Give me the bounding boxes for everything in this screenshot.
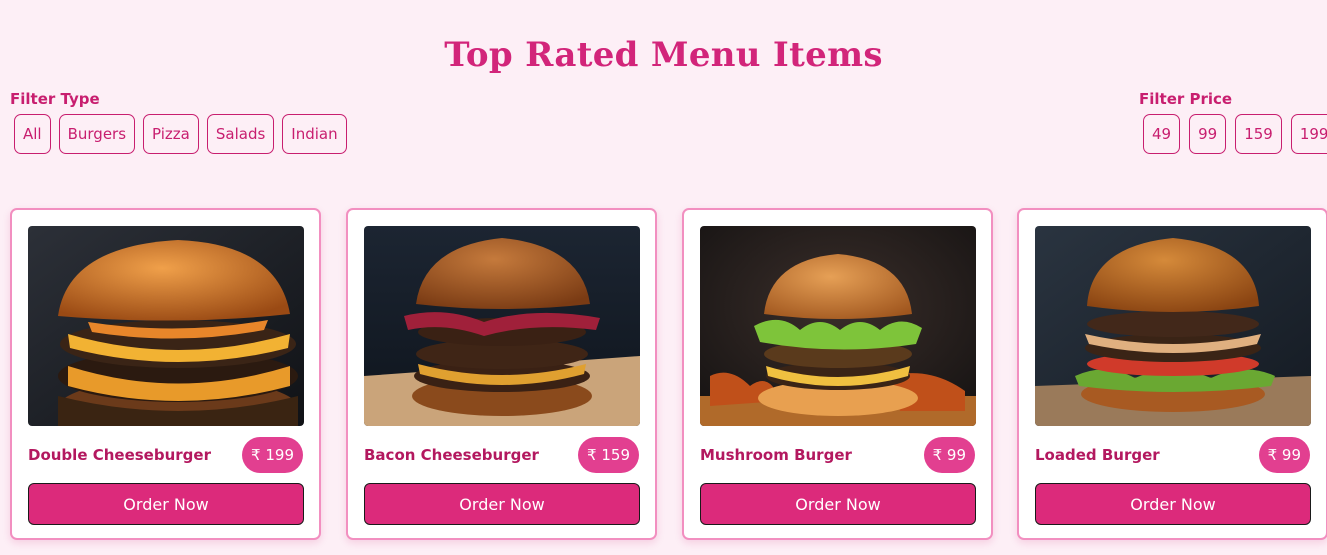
filter-type-all[interactable]: All	[14, 114, 51, 154]
menu-item-name: Bacon Cheeseburger	[364, 446, 539, 464]
filter-type-burgers[interactable]: Burgers	[58, 114, 136, 154]
double-cheeseburger-photo	[28, 226, 304, 426]
menu-item-card: Double Cheeseburger ₹ 199 Order Now	[10, 208, 321, 540]
menu-item-card: Mushroom Burger ₹ 99 Order Now	[682, 208, 993, 540]
loaded-burger-photo	[1035, 226, 1311, 426]
menu-item-card: Bacon Cheeseburger ₹ 159 Order Now	[346, 208, 657, 540]
menu-item-name: Mushroom Burger	[700, 446, 852, 464]
filter-price-49[interactable]: 49	[1143, 114, 1181, 154]
filter-price-99[interactable]: 99	[1189, 114, 1227, 154]
order-now-button[interactable]: Order Now	[364, 483, 640, 525]
price-badge: ₹ 199	[242, 437, 303, 473]
filter-type-label: Filter Type	[10, 90, 100, 108]
menu-item-name: Double Cheeseburger	[28, 446, 211, 464]
order-now-button[interactable]: Order Now	[28, 483, 304, 525]
price-badge: ₹ 159	[578, 437, 639, 473]
filter-price-options: 49 99 159 199	[1139, 114, 1327, 154]
order-now-button[interactable]: Order Now	[1035, 483, 1311, 525]
price-badge: ₹ 99	[1258, 437, 1310, 473]
filter-type-group: Filter Type All Burgers Pizza Salads Ind…	[10, 90, 347, 154]
filter-price-159[interactable]: 159	[1235, 114, 1282, 154]
price-badge: ₹ 99	[923, 437, 975, 473]
filter-type-indian[interactable]: Indian	[282, 114, 347, 154]
filter-price-label: Filter Price	[1139, 90, 1233, 108]
filter-type-pizza[interactable]: Pizza	[143, 114, 199, 154]
order-now-button[interactable]: Order Now	[700, 483, 976, 525]
filter-type-salads[interactable]: Salads	[206, 114, 275, 154]
menu-item-card: Loaded Burger ₹ 99 Order Now	[1017, 208, 1327, 540]
filter-type-options: All Burgers Pizza Salads Indian	[10, 114, 347, 154]
bacon-cheeseburger-photo	[364, 226, 640, 426]
page-title: Top Rated Menu Items	[444, 34, 883, 75]
menu-item-name: Loaded Burger	[1035, 446, 1160, 464]
filter-price-199[interactable]: 199	[1290, 114, 1327, 154]
filter-price-group: Filter Price 49 99 159 199	[1139, 90, 1327, 154]
mushroom-burger-photo	[700, 226, 976, 426]
